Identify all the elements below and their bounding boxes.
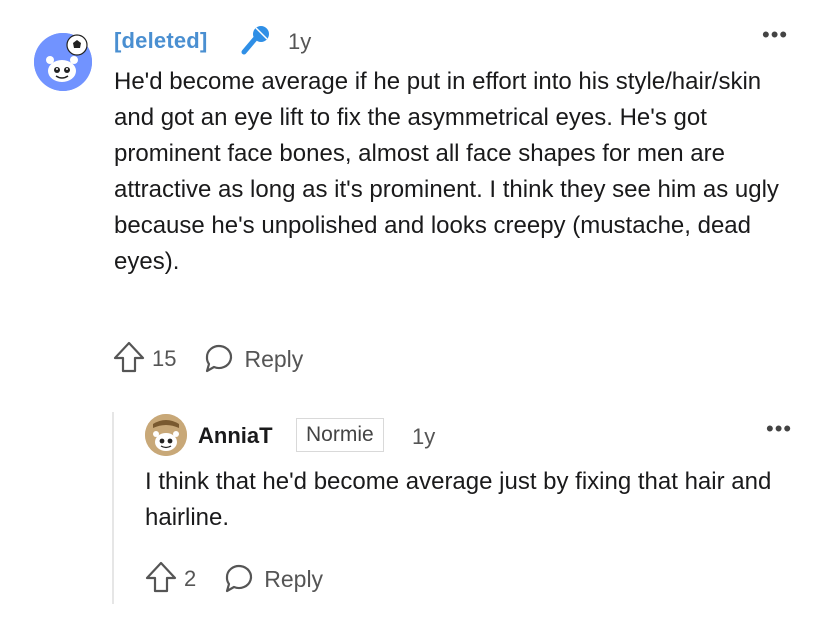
reply-age: 1y: [412, 424, 436, 449]
avatar[interactable]: [145, 414, 187, 456]
microphone-icon: [238, 22, 274, 58]
snoo-avatar-icon: [34, 33, 92, 91]
snoo-avatar-icon: [145, 414, 187, 456]
comment-age: 1y: [288, 29, 312, 54]
comment-body: He'd become average if he put in effort …: [114, 68, 779, 275]
vote-count: 2: [184, 566, 197, 591]
thread-line[interactable]: [112, 412, 114, 604]
speech-bubble-icon[interactable]: [202, 340, 236, 379]
user-flair: Normie: [296, 418, 384, 452]
avatar[interactable]: [34, 33, 92, 91]
comment-author[interactable]: [deleted]: [114, 28, 207, 54]
reply-body: I think that he'd become average just by…: [145, 468, 772, 531]
more-options-button[interactable]: •••: [766, 416, 792, 442]
reply-button[interactable]: Reply: [264, 566, 323, 593]
speech-bubble-icon[interactable]: [222, 560, 256, 599]
upvote-arrow-icon[interactable]: [144, 560, 178, 599]
reply-author[interactable]: AnniaT: [198, 423, 273, 449]
more-options-button[interactable]: •••: [762, 22, 788, 48]
reply-actions: 2 Reply: [144, 560, 323, 598]
comment-actions: 15 Reply: [112, 340, 303, 378]
reply-button[interactable]: Reply: [244, 346, 303, 373]
vote-count: 15: [152, 346, 177, 371]
upvote-arrow-icon[interactable]: [112, 340, 146, 379]
